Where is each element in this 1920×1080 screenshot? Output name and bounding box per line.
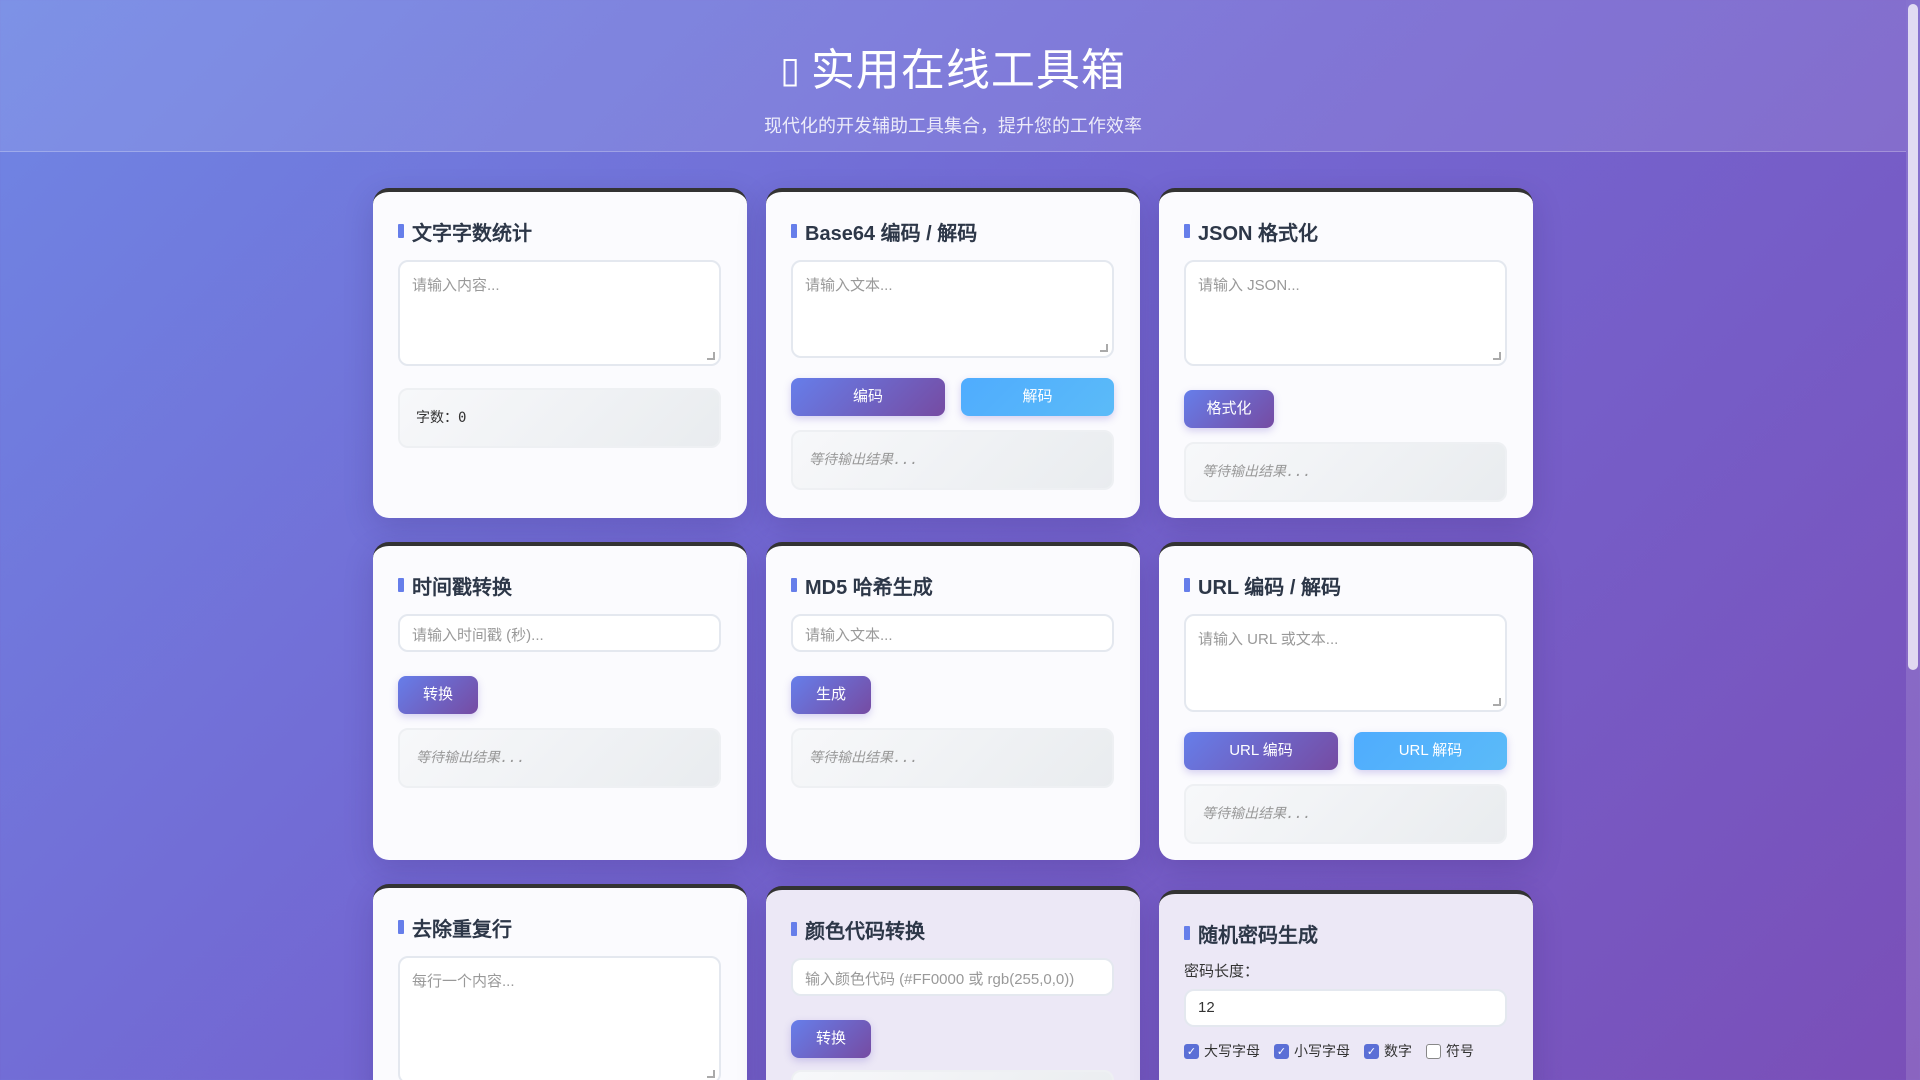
button-row: 转换 (398, 676, 722, 714)
card-json: JSON 格式化 请输入 JSON... 格式化 等待输出结果... (1159, 188, 1533, 518)
card-title: 随机密码生成 (1184, 920, 1508, 947)
braces-icon (1184, 224, 1190, 238)
card-title: 时间戳转换 (398, 572, 722, 599)
length-label: 密码长度： (1184, 963, 1260, 980)
page-header: ▯ 实用在线工具箱 现代化的开发辅助工具集合，提升您的工作效率 (0, 0, 1906, 152)
button-row: 格式化 (1184, 390, 1508, 428)
code-icon (791, 224, 797, 238)
text-icon (398, 224, 404, 238)
url-input[interactable]: 请输入 URL 或文本... (1184, 614, 1507, 712)
filter-icon (398, 920, 404, 934)
color-convert-button[interactable]: 转换 (791, 1020, 871, 1058)
toolbox-icon: ▯ (780, 49, 801, 90)
card-dedupe: 去除重复行 每行一个内容... (373, 884, 747, 1080)
card-color: 颜色代码转换 输入颜色代码 (#FF0000 或 rgb(255,0,0)) 转… (766, 886, 1140, 1080)
convert-button[interactable]: 转换 (398, 676, 478, 714)
base64-result: 等待输出结果... (791, 430, 1114, 490)
resize-grip-icon[interactable] (707, 352, 715, 360)
resize-grip-icon[interactable] (1493, 698, 1501, 706)
resize-grip-icon[interactable] (1493, 352, 1501, 360)
palette-icon (791, 922, 797, 936)
button-row: 编码 解码 (791, 378, 1115, 416)
card-title: 去除重复行 (398, 914, 722, 941)
option-lowercase[interactable]: ✓ 小写字母 (1274, 1041, 1350, 1061)
dedupe-input[interactable]: 每行一个内容... (398, 956, 721, 1080)
encode-button[interactable]: 编码 (791, 378, 945, 416)
generate-button[interactable]: 生成 (791, 676, 871, 714)
card-timestamp: 时间戳转换 请输入时间戳 (秒)... 转换 等待输出结果... (373, 542, 747, 860)
word-count-input[interactable]: 请输入内容... (398, 260, 721, 366)
color-input[interactable]: 输入颜色代码 (#FF0000 或 rgb(255,0,0)) (791, 958, 1114, 996)
card-url: URL 编码 / 解码 请输入 URL 或文本... URL 编码 URL 解码… (1159, 542, 1533, 860)
json-result: 等待输出结果... (1184, 442, 1507, 502)
card-title: MD5 哈希生成 (791, 572, 1115, 599)
card-base64: Base64 编码 / 解码 请输入文本... 编码 解码 等待输出结果... (766, 188, 1140, 518)
option-symbols[interactable]: 符号 (1426, 1041, 1474, 1061)
page-title: ▯ 实用在线工具箱 (780, 46, 1126, 95)
word-count-result: 字数：0 (398, 388, 721, 448)
link-icon (1184, 578, 1190, 592)
url-decode-button[interactable]: URL 解码 (1354, 732, 1507, 770)
md5-input[interactable]: 请输入文本... (791, 614, 1114, 652)
option-digits[interactable]: ✓ 数字 (1364, 1041, 1412, 1061)
resize-grip-icon[interactable] (707, 1070, 715, 1078)
card-password: 随机密码生成 密码长度： 12 ✓ 大写字母 ✓ 小写字母 ✓ 数字 符号 (1159, 890, 1533, 1080)
hash-icon (791, 578, 797, 592)
color-result (791, 1070, 1114, 1080)
key-icon (1184, 926, 1190, 940)
timestamp-result: 等待输出结果... (398, 728, 721, 788)
url-encode-button[interactable]: URL 编码 (1184, 732, 1338, 770)
option-uppercase[interactable]: ✓ 大写字母 (1184, 1041, 1260, 1061)
card-title: JSON 格式化 (1184, 218, 1508, 245)
format-button[interactable]: 格式化 (1184, 390, 1274, 428)
clock-icon (398, 578, 404, 592)
md5-result: 等待输出结果... (791, 728, 1114, 788)
base64-input[interactable]: 请输入文本... (791, 260, 1114, 358)
url-result: 等待输出结果... (1184, 784, 1507, 844)
scrollbar-thumb[interactable] (1908, 4, 1918, 670)
checkbox-checked-icon[interactable]: ✓ (1274, 1043, 1289, 1059)
length-input[interactable]: 12 (1184, 989, 1507, 1027)
card-title: 文字字数统计 (398, 218, 722, 245)
button-row: URL 编码 URL 解码 (1184, 732, 1508, 770)
timestamp-input[interactable]: 请输入时间戳 (秒)... (398, 614, 721, 652)
checkbox-checked-icon[interactable]: ✓ (1184, 1043, 1199, 1059)
card-title: URL 编码 / 解码 (1184, 572, 1508, 599)
page-subtitle: 现代化的开发辅助工具集合，提升您的工作效率 (764, 116, 1142, 136)
checkbox-checked-icon[interactable]: ✓ (1364, 1043, 1379, 1059)
card-title: Base64 编码 / 解码 (791, 218, 1115, 245)
button-row: 转换 (791, 1020, 1115, 1058)
decode-button[interactable]: 解码 (961, 378, 1114, 416)
card-md5: MD5 哈希生成 请输入文本... 生成 等待输出结果... (766, 542, 1140, 860)
resize-grip-icon[interactable] (1100, 344, 1108, 352)
json-input[interactable]: 请输入 JSON... (1184, 260, 1507, 366)
checkbox-unchecked-icon[interactable] (1426, 1043, 1441, 1059)
card-title: 颜色代码转换 (791, 916, 1115, 943)
password-options: ✓ 大写字母 ✓ 小写字母 ✓ 数字 符号 (1184, 1041, 1508, 1061)
button-row: 生成 (791, 676, 1115, 714)
card-word-count: 文字字数统计 请输入内容... 字数：0 (373, 188, 747, 518)
